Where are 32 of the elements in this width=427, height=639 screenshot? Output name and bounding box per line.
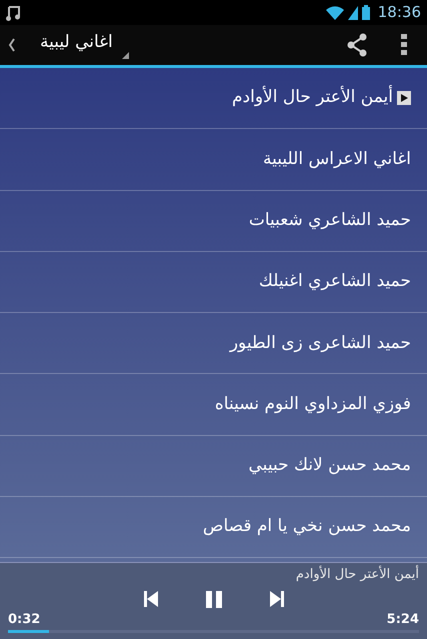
song-row[interactable]: فوزي المزداوي النوم نسيناه <box>0 374 427 436</box>
share-icon <box>345 33 369 57</box>
song-title: حميد الشاعري اغنيلك <box>258 270 411 294</box>
song-title: اغاني الاعراس الليبية <box>263 148 411 171</box>
signal-icon <box>348 6 358 20</box>
now-playing-title: أيمن الأعتر حال الأوادم <box>294 564 420 584</box>
clock-time: 18:36 <box>378 2 421 24</box>
song-row[interactable]: حميد الشاعرى زى الطيور <box>0 313 427 374</box>
battery-icon <box>362 5 370 20</box>
song-row[interactable]: محمد حسن لانك حبيبي <box>0 436 427 498</box>
dropdown-corner-icon <box>122 52 129 59</box>
duration-time: 5:24 <box>386 610 419 628</box>
song-row[interactable]: حميد الشاعري اغنيلك <box>0 252 427 314</box>
song-title: حميد الشاعرى زى الطيور <box>230 332 411 355</box>
elapsed-time: 0:32 <box>8 610 40 628</box>
music-note-icon <box>6 4 20 20</box>
song-row[interactable]: حميد الشاعري شعبيات <box>0 190 427 252</box>
song-title: أيمن الأعتر حال الأوادم <box>232 85 393 110</box>
song-row[interactable]: أيمن الأعتر حال الأوادم <box>0 68 427 130</box>
pause-icon <box>206 590 222 608</box>
previous-icon <box>144 591 158 607</box>
next-icon <box>270 591 284 607</box>
menu-icon <box>401 34 407 56</box>
song-title: محمد حسن نخي يا ام قصاص <box>202 515 411 538</box>
song-title: محمد حسن لانك حبيبي <box>248 454 411 478</box>
song-title: حميد الشاعري شعبيات <box>248 208 411 232</box>
chevron-icon <box>8 38 16 52</box>
wifi-icon <box>326 6 344 20</box>
song-row[interactable]: اغاني الاعراس الليبية <box>0 129 427 191</box>
song-row[interactable]: محمد حسن نخي يا ام قصاص <box>0 497 427 558</box>
song-title: فوزي المزداوي النوم نسيناه <box>214 392 411 416</box>
title-dropdown[interactable]: اغاني ليبية <box>36 27 129 63</box>
